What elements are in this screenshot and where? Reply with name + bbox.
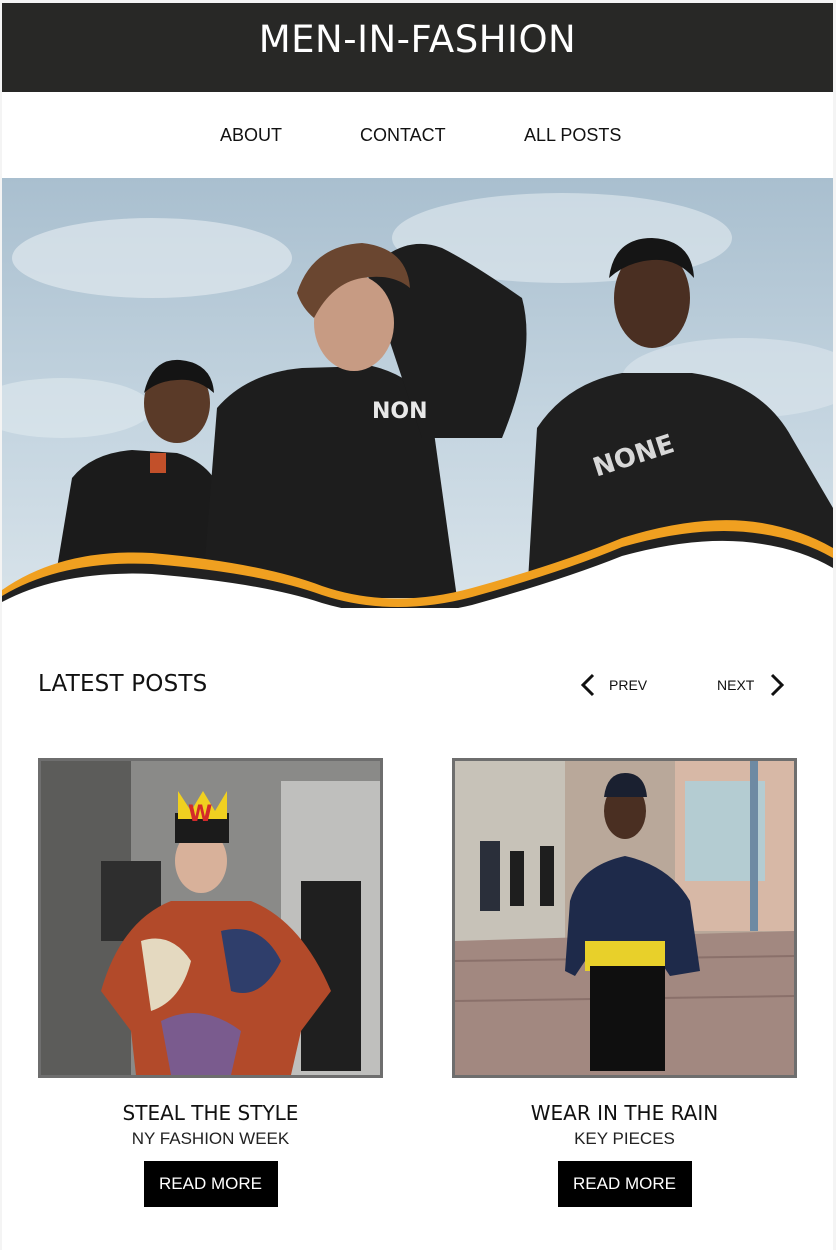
nav-contact[interactable]: CONTACT [360,125,446,146]
nav-about[interactable]: ABOUT [220,125,282,146]
nav-all-posts[interactable]: ALL POSTS [524,125,621,146]
post-card: W STEAL THE STYLE NY FASHION WEEK READ M… [38,758,383,1207]
next-button[interactable]: NEXT [717,672,786,698]
post-title[interactable]: STEAL THE STYLE [38,1101,383,1125]
site-title[interactable]: MEN-IN-FASHION [259,18,577,61]
svg-text:W: W [188,802,212,827]
page: MEN-IN-FASHION ABOUT CONTACT ALL POSTS N… [2,3,833,1250]
site-header: MEN-IN-FASHION [2,3,833,92]
read-more-button[interactable]: READ MORE [557,1161,692,1207]
post-image[interactable] [452,758,797,1078]
chevron-right-icon [768,672,786,698]
main-nav: ABOUT CONTACT ALL POSTS [2,92,833,178]
post-card: WEAR IN THE RAIN KEY PIECES READ MORE [452,758,797,1207]
hero-image: NON NONE [2,178,833,608]
prev-button[interactable]: PREV [579,672,647,698]
post-image[interactable]: W [38,758,383,1078]
next-label: NEXT [717,677,755,693]
read-more-button[interactable]: READ MORE [143,1161,278,1207]
hero-banner: NON NONE [2,178,833,608]
prev-label: PREV [609,677,648,693]
post-title[interactable]: WEAR IN THE RAIN [452,1101,797,1125]
post-subtitle: NY FASHION WEEK [131,1129,290,1148]
post-subtitle: KEY PIECES [574,1129,675,1148]
chevron-left-icon [579,672,597,698]
svg-text:NON: NON [372,399,428,424]
latest-posts-heading: LATEST POSTS [38,671,208,697]
